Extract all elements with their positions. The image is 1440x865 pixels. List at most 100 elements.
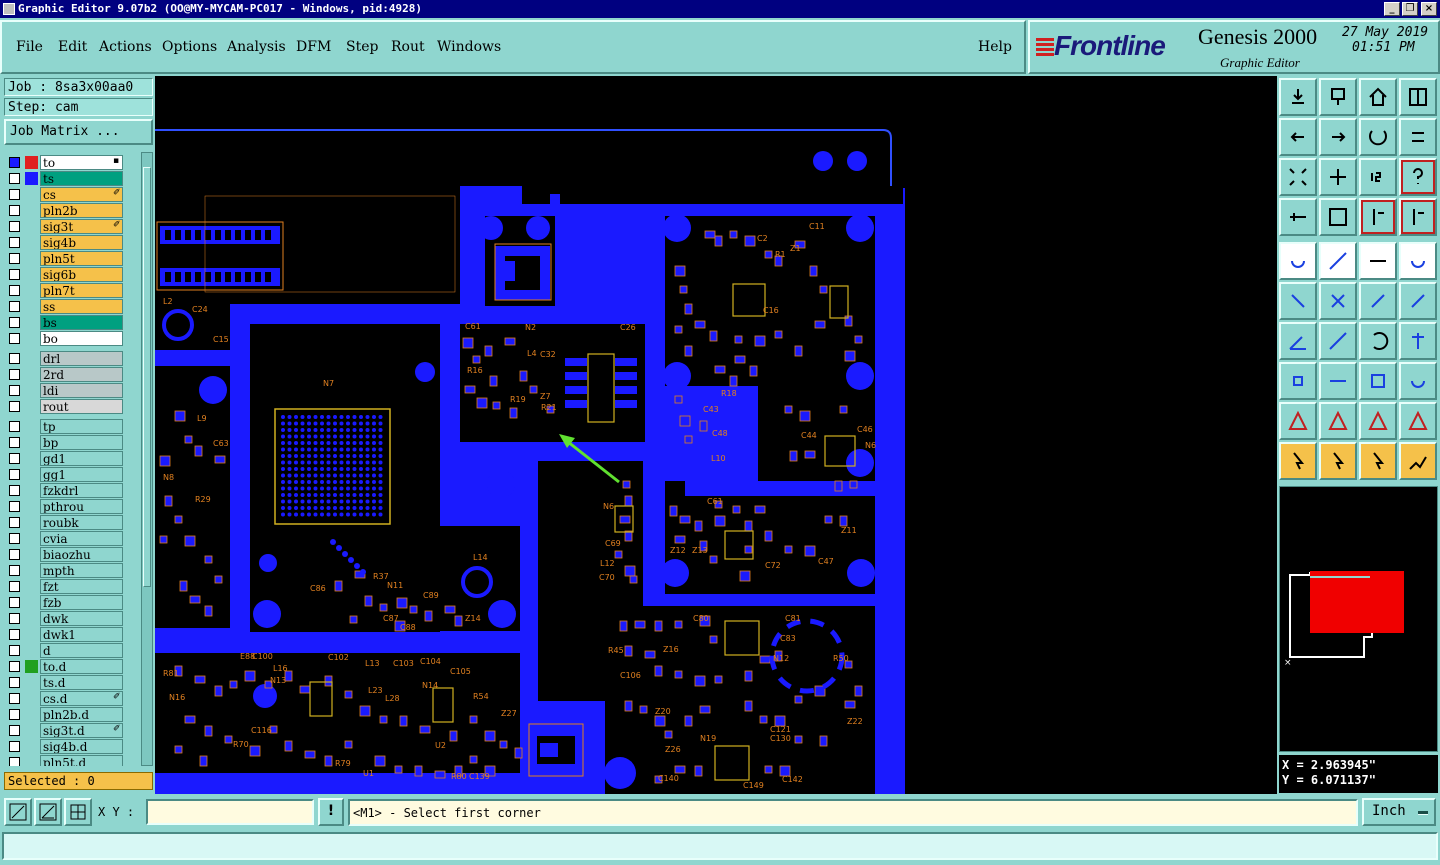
- layer-row[interactable]: pln5t: [4, 250, 141, 266]
- select-tool-button[interactable]: [1319, 442, 1357, 480]
- layer-name[interactable]: cs.d: [40, 691, 123, 706]
- layer-checkbox[interactable]: [9, 533, 20, 544]
- layer-row[interactable]: roubk: [4, 514, 141, 530]
- layer-row[interactable]: rout: [4, 398, 141, 414]
- layer-checkbox[interactable]: [9, 301, 20, 312]
- layer-name[interactable]: 2rd: [40, 367, 123, 382]
- menu-dfm[interactable]: DFM: [296, 39, 331, 55]
- zoom-home-button[interactable]: [1279, 78, 1317, 116]
- layer-checkbox[interactable]: [9, 173, 20, 184]
- line-tool-button[interactable]: [1319, 242, 1357, 280]
- close-button[interactable]: ×: [1421, 2, 1437, 16]
- layer-checkbox[interactable]: [9, 237, 20, 248]
- layer-name[interactable]: pln2b: [40, 203, 123, 218]
- layer-row[interactable]: bs: [4, 314, 141, 330]
- tri4-tool-button[interactable]: [1399, 402, 1437, 440]
- connect-tool-button[interactable]: [1279, 282, 1317, 320]
- menu-actions[interactable]: Actions: [99, 39, 152, 55]
- layer-row[interactable]: ts.d: [4, 674, 141, 690]
- layer-checkbox[interactable]: [9, 645, 20, 656]
- snap-grid-button[interactable]: [64, 798, 92, 826]
- layer-name[interactable]: sig4b.d: [40, 739, 123, 754]
- layer-checkbox[interactable]: [9, 317, 20, 328]
- layer-checkbox[interactable]: [9, 693, 20, 704]
- layer-name[interactable]: fzb: [40, 595, 123, 610]
- layer-row[interactable]: ts: [4, 170, 141, 186]
- layer-name[interactable]: fzkdrl: [40, 483, 123, 498]
- layer-row[interactable]: ldi: [4, 382, 141, 398]
- layer-checkbox[interactable]: [9, 353, 20, 364]
- layer-checkbox[interactable]: [9, 613, 20, 624]
- overview-map[interactable]: ×: [1279, 486, 1438, 752]
- layer-name[interactable]: to: [40, 155, 123, 170]
- layer-name[interactable]: pln2b.d: [40, 707, 123, 722]
- layer-name[interactable]: bo: [40, 331, 123, 346]
- layer-checkbox[interactable]: [9, 189, 20, 200]
- layer-checkbox[interactable]: [9, 757, 20, 766]
- ruler-button[interactable]: [1279, 198, 1317, 236]
- move2-tool-button[interactable]: [1399, 282, 1437, 320]
- layer-row[interactable]: pln7t: [4, 282, 141, 298]
- bar-tool-button[interactable]: [1319, 362, 1357, 400]
- layer-name[interactable]: cs: [40, 187, 123, 202]
- layer-checkbox[interactable]: [9, 453, 20, 464]
- layer-name[interactable]: cvia: [40, 531, 123, 546]
- menu-step[interactable]: Step: [346, 39, 378, 55]
- layer-row[interactable]: tp: [4, 418, 141, 434]
- layer-row[interactable]: gd1: [4, 450, 141, 466]
- layer-row[interactable]: pln2b: [4, 202, 141, 218]
- menu-options[interactable]: Options: [162, 39, 217, 55]
- zoom-in-button[interactable]: [1319, 78, 1357, 116]
- layer-checkbox[interactable]: [9, 629, 20, 640]
- layer-name[interactable]: sig6b: [40, 267, 123, 282]
- grid-tool-button[interactable]: [1319, 198, 1357, 236]
- layer-row[interactable]: cvia: [4, 530, 141, 546]
- arc-tool-button[interactable]: [1359, 322, 1397, 360]
- layer-name[interactable]: roubk: [40, 515, 123, 530]
- layer-name[interactable]: bp: [40, 435, 123, 450]
- layer-checkbox[interactable]: [9, 549, 20, 560]
- layer-checkbox[interactable]: [9, 661, 20, 672]
- layer-row[interactable]: cs.d ✐: [4, 690, 141, 706]
- cross-tool-button[interactable]: [1319, 282, 1357, 320]
- layer-checkbox[interactable]: [9, 677, 20, 688]
- layer-row[interactable]: pln2b.d: [4, 706, 141, 722]
- display-tool-button[interactable]: [1399, 198, 1437, 236]
- move-tool-button[interactable]: [1359, 282, 1397, 320]
- angle-tool-button[interactable]: [1279, 322, 1317, 360]
- layer-row[interactable]: fzb: [4, 594, 141, 610]
- layer-name[interactable]: sig3t: [40, 219, 123, 234]
- layer-row[interactable]: sig3t ✐: [4, 218, 141, 234]
- layer-name[interactable]: pthrou: [40, 499, 123, 514]
- layer-name[interactable]: bs: [40, 315, 123, 330]
- layer-name[interactable]: to.d: [40, 659, 123, 674]
- layer-row[interactable]: drl: [4, 350, 141, 366]
- layer-checkbox[interactable]: [9, 565, 20, 576]
- unit-selector[interactable]: Inch: [1362, 798, 1436, 826]
- layer-name[interactable]: sig4b: [40, 235, 123, 250]
- menu-rout[interactable]: Rout: [391, 39, 425, 55]
- layer-checkbox[interactable]: [9, 501, 20, 512]
- restore-button[interactable]: ❐: [1402, 2, 1418, 16]
- layer-row[interactable]: cs ✐: [4, 186, 141, 202]
- tri3-tool-button[interactable]: [1359, 402, 1397, 440]
- layer-checkbox[interactable]: [9, 469, 20, 480]
- center-button[interactable]: [1319, 158, 1357, 196]
- layer-checkbox[interactable]: [9, 253, 20, 264]
- layer-row[interactable]: dwk1: [4, 626, 141, 642]
- layer-name[interactable]: dwk1: [40, 627, 123, 642]
- layer-checkbox[interactable]: [9, 709, 20, 720]
- graphic-canvas[interactable]: N7 N2 C61 C26 C32 L4 R16 R19 Z7 R21 C11 …: [155, 76, 1277, 794]
- layer-name[interactable]: drl: [40, 351, 123, 366]
- layer-checkbox[interactable]: [9, 221, 20, 232]
- fit-button[interactable]: [1279, 158, 1317, 196]
- menu-windows[interactable]: Windows: [437, 39, 501, 55]
- tri2-tool-button[interactable]: [1319, 402, 1357, 440]
- warning-button[interactable]: !: [318, 798, 344, 826]
- layer-row[interactable]: dwk: [4, 610, 141, 626]
- ruler-tool-button[interactable]: [1359, 242, 1397, 280]
- layer-name[interactable]: ts: [40, 171, 123, 186]
- layer-checkbox[interactable]: [9, 333, 20, 344]
- layer-name[interactable]: fzt: [40, 579, 123, 594]
- layer-checkbox[interactable]: [9, 285, 20, 296]
